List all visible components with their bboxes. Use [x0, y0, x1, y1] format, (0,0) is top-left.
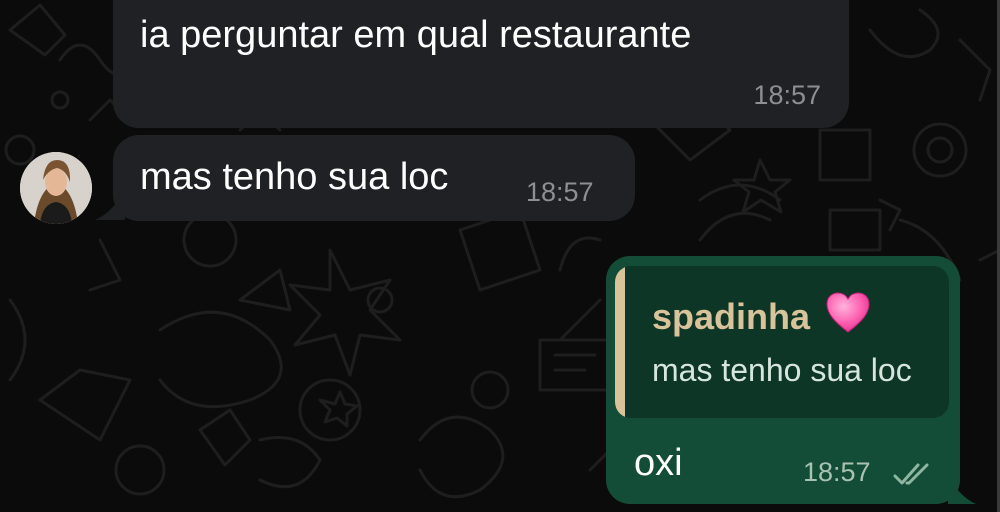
message-time: 18:57 [803, 457, 871, 487]
message-text: mas tenho sua loc [140, 156, 449, 198]
quote-accent-bar [615, 266, 625, 418]
quoted-message[interactable]: spadinha mas tenho sua loc [615, 266, 949, 418]
incoming-message-2[interactable]: mas tenho sua loc 18:57 [113, 135, 635, 221]
avatar-photo [20, 152, 92, 224]
quoted-author: spadinha [652, 296, 811, 337]
message-time: 18:57 [753, 80, 821, 110]
message-text: ia perguntar em qual restaurante [140, 14, 692, 56]
message-text: oxi [634, 442, 683, 484]
avatar[interactable] [20, 152, 92, 224]
message-time: 18:57 [526, 177, 594, 207]
pink-heart-icon [826, 292, 870, 333]
chat-screen: ia perguntar em qual restaurante 18:57 m… [0, 0, 1000, 512]
read-receipt-icon [893, 463, 929, 485]
quoted-text: mas tenho sua loc [652, 352, 912, 388]
incoming-message-1[interactable]: ia perguntar em qual restaurante 18:57 [113, 0, 849, 128]
